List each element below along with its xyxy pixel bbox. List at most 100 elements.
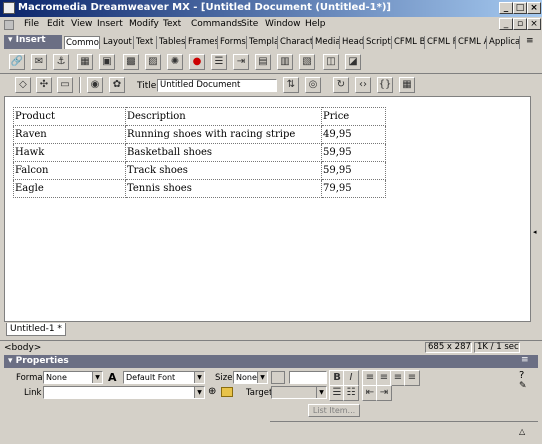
point-to-file-icon[interactable]: ⊕ [208,386,216,397]
table-row[interactable]: Falcon Track shoes 59,95 [13,161,386,180]
image-icon[interactable]: ▩ [123,54,139,70]
tab-cfml-basic[interactable]: CFML B [393,36,425,49]
refresh-icon[interactable]: ↻ [333,77,349,93]
table-cell[interactable]: Description [125,107,322,126]
table-cell[interactable]: Falcon [13,161,126,180]
menu-insert[interactable]: Insert [97,19,123,29]
window-size-indicator[interactable]: 685 x 287 [425,342,472,353]
table-cell[interactable]: Running shoes with racing stripe [125,125,322,144]
tab-common[interactable]: Common [64,36,100,49]
preview-browser-icon[interactable]: ◎ [305,77,321,93]
tag-chooser-icon[interactable]: ▧ [299,54,315,70]
code-view-icon[interactable]: ◇ [15,77,31,93]
tab-cfml-advanced[interactable]: CFML A [457,36,487,49]
navigation-bar-icon[interactable]: ☰ [211,54,227,70]
menu-modify[interactable]: Modify [129,19,159,29]
tab-tables[interactable]: Tables [158,36,186,49]
hyperlink-icon[interactable]: 🔗 [9,54,25,70]
tab-characters[interactable]: Charact [279,36,313,49]
text-color-input[interactable] [289,371,327,384]
expand-panel-icon[interactable]: △ [519,427,525,436]
table-row[interactable]: Eagle Tennis shoes 79,95 [13,179,386,198]
doc-menu-icon[interactable] [4,20,14,30]
tabular-data-icon[interactable]: ◪ [345,54,361,70]
server-debug-icon[interactable]: ✿ [109,77,125,93]
menu-view[interactable]: View [71,19,92,29]
justify-icon[interactable]: ≡ [404,370,420,386]
table-cell[interactable]: Track shoes [125,161,322,180]
css-style-icon[interactable]: A [108,371,117,384]
tab-templates[interactable]: Templa [248,36,278,49]
menu-text[interactable]: Text [163,19,181,29]
email-link-icon[interactable]: ✉ [31,54,47,70]
menu-file[interactable]: File [24,19,39,29]
maximize-button[interactable]: □ [513,2,527,14]
properties-options-icon[interactable]: ≡ [521,355,529,365]
view-options-icon[interactable]: {} [377,77,393,93]
document-table[interactable]: Product Description Price Raven Running shoe… [13,107,386,198]
menu-help[interactable]: Help [305,19,326,29]
table-row[interactable]: Raven Running shoes with racing stripe 49,… [13,125,386,144]
split-view-icon[interactable]: ✣ [36,77,52,93]
table-cell[interactable]: 79,95 [321,179,386,198]
target-select[interactable]: ▼ [271,386,327,399]
size-select[interactable]: None ▼ [233,371,268,384]
ordered-list-icon[interactable]: ☷ [343,385,359,401]
minimize-button[interactable]: _ [499,2,513,14]
tab-frames[interactable]: Frames [187,36,218,49]
fireworks-icon[interactable]: ✺ [167,54,183,70]
design-view-icon[interactable]: ▭ [57,77,73,93]
tab-cfml-flow[interactable]: CFML F [426,36,456,49]
table-row[interactable]: Hawk Basketball shoes 59,95 [13,143,386,162]
flash-icon[interactable]: ● [189,54,205,70]
folder-icon[interactable] [221,387,233,397]
quick-tag-editor-icon[interactable]: ✎ [519,381,527,391]
server-include-icon[interactable]: ◫ [323,54,339,70]
table-cell[interactable]: Basketball shoes [125,143,322,162]
list-item-button[interactable]: List Item... [308,404,360,417]
file-management-icon[interactable]: ⇅ [283,77,299,93]
code-navigation-icon[interactable]: ‹› [355,77,371,93]
tab-forms[interactable]: Forms [219,36,247,49]
table-cell[interactable]: Hawk [13,143,126,162]
table-cell[interactable]: Price [321,107,386,126]
document-window[interactable]: Product Description Price Raven Running shoe… [4,96,531,322]
table-cell[interactable]: 49,95 [321,125,386,144]
font-select[interactable]: Default Font ▼ [123,371,205,384]
image-placeholder-icon[interactable]: ▨ [145,54,161,70]
table-icon[interactable]: ▦ [77,54,93,70]
table-row[interactable]: Product Description Price [13,107,386,126]
layer-icon[interactable]: ▣ [99,54,115,70]
table-cell[interactable]: Tennis shoes [125,179,322,198]
link-input[interactable]: ▼ [43,386,205,399]
panel-collapse-arrow-icon[interactable]: ◂ [533,228,537,236]
table-cell[interactable]: Eagle [13,179,126,198]
tab-media[interactable]: Media [314,36,340,49]
document-title-input[interactable]: Untitled Document [157,79,277,92]
tab-application[interactable]: Applica [488,36,520,49]
menu-window[interactable]: Window [265,19,301,29]
visual-aids-icon[interactable]: ▦ [399,77,415,93]
date-icon[interactable]: ▤ [255,54,271,70]
table-cell[interactable]: 59,95 [321,161,386,180]
comment-icon[interactable]: ▥ [277,54,293,70]
properties-panel-title[interactable]: ▾ Properties [4,355,538,368]
format-select[interactable]: None ▼ [43,371,103,384]
named-anchor-icon[interactable]: ⚓ [53,54,69,70]
tab-text[interactable]: Text [135,36,157,49]
panel-options-icon[interactable]: ≡ [526,36,534,46]
doc-minimize-button[interactable]: _ [499,18,513,30]
menu-site[interactable]: Site [241,19,258,29]
document-tab[interactable]: Untitled-1 * [6,323,66,336]
menu-edit[interactable]: Edit [47,19,64,29]
tab-layout[interactable]: Layout [102,36,134,49]
tab-head[interactable]: Head [341,36,364,49]
help-icon[interactable]: ? [519,370,524,381]
tag-selector[interactable]: <body> [4,343,41,353]
menu-commands[interactable]: Commands [191,19,242,29]
vertical-scrollbar[interactable]: ◂ [532,96,542,340]
text-color-swatch[interactable] [271,371,285,384]
doc-close-button[interactable]: × [527,18,541,30]
table-cell[interactable]: Raven [13,125,126,144]
indent-icon[interactable]: ⇥ [376,385,392,401]
